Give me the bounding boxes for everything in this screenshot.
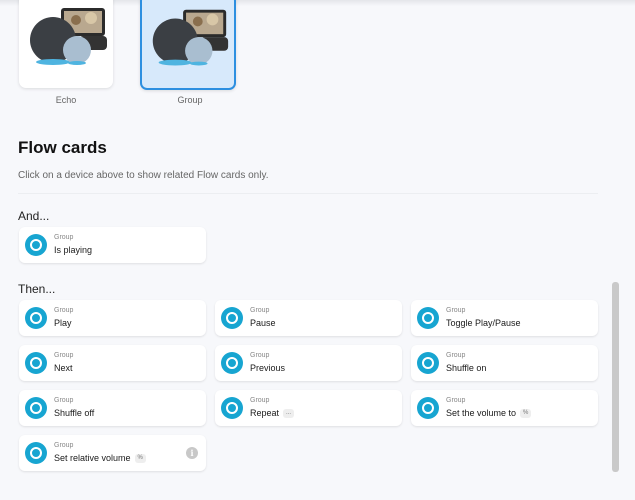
flow-card-toggle-play-pause[interactable]: Group Toggle Play/Pause xyxy=(411,300,598,336)
card-device-name: Group xyxy=(446,307,466,314)
card-device-name: Group xyxy=(250,307,270,314)
card-title: Set the volume to% xyxy=(446,408,532,419)
card-title-text: Repeat xyxy=(250,408,280,418)
card-device-name: Group xyxy=(54,234,74,241)
card-title-text: Set the volume to xyxy=(446,408,517,418)
flow-card-set-volume[interactable]: Group Set the volume to% xyxy=(411,390,598,426)
alexa-icon xyxy=(417,397,439,419)
scrollbar-thumb[interactable] xyxy=(612,282,619,472)
card-device-name: Group xyxy=(250,352,270,359)
flow-card-play[interactable]: Group Play xyxy=(19,300,206,336)
argument-pill: % xyxy=(134,454,146,464)
then-section-label: Then... xyxy=(18,282,56,296)
card-title: Play xyxy=(54,318,72,328)
card-title: Toggle Play/Pause xyxy=(446,318,521,328)
flow-card-previous[interactable]: Group Previous xyxy=(215,345,402,381)
card-title: Next xyxy=(54,363,73,373)
device-card-echo[interactable] xyxy=(19,0,113,88)
flow-card-repeat[interactable]: Group Repeat... xyxy=(215,390,402,426)
card-title-text: Set relative volume xyxy=(54,453,131,463)
flow-card-pause[interactable]: Group Pause xyxy=(215,300,402,336)
alexa-icon xyxy=(25,234,47,256)
and-section-label: And... xyxy=(18,209,50,223)
section-divider xyxy=(18,193,598,194)
card-title: Repeat... xyxy=(250,408,295,419)
card-title: Is playing xyxy=(54,245,93,255)
flow-card-next[interactable]: Group Next xyxy=(19,345,206,381)
alexa-icon xyxy=(25,442,47,464)
card-title: Set relative volume% xyxy=(54,453,146,464)
flow-card-is-playing[interactable]: Group Is playing xyxy=(19,227,206,263)
card-device-name: Group xyxy=(250,397,270,404)
alexa-icon xyxy=(417,307,439,329)
card-device-name: Group xyxy=(54,352,74,359)
flow-cards-title: Flow cards xyxy=(18,138,107,157)
card-title: Pause xyxy=(250,318,276,328)
alexa-icon xyxy=(25,397,47,419)
info-icon[interactable]: i xyxy=(186,447,198,459)
card-title: Shuffle on xyxy=(446,363,487,373)
card-device-name: Group xyxy=(446,352,466,359)
argument-pill: % xyxy=(520,409,532,419)
alexa-icon xyxy=(221,352,243,374)
card-device-name: Group xyxy=(54,397,74,404)
card-device-name: Group xyxy=(446,397,466,404)
card-title: Shuffle off xyxy=(54,408,95,418)
alexa-icon xyxy=(25,307,47,329)
device-label-group: Group xyxy=(177,95,203,105)
group-device-image xyxy=(152,9,229,66)
flow-card-shuffle-on[interactable]: Group Shuffle on xyxy=(411,345,598,381)
alexa-icon xyxy=(221,397,243,419)
card-device-name: Group xyxy=(54,307,74,314)
flow-cards-subtitle: Click on a device above to show related … xyxy=(18,170,269,181)
device-card-group[interactable] xyxy=(140,0,236,90)
flow-card-set-relative-volume[interactable]: Group Set relative volume% i xyxy=(19,435,206,471)
device-label-echo: Echo xyxy=(55,95,77,105)
flow-card-shuffle-off[interactable]: Group Shuffle off xyxy=(19,390,206,426)
argument-pill: ... xyxy=(283,409,295,419)
alexa-icon xyxy=(25,352,47,374)
echo-device-image xyxy=(30,8,107,65)
card-device-name: Group xyxy=(54,442,74,449)
alexa-icon xyxy=(221,307,243,329)
alexa-icon xyxy=(417,352,439,374)
card-title: Previous xyxy=(250,363,286,373)
